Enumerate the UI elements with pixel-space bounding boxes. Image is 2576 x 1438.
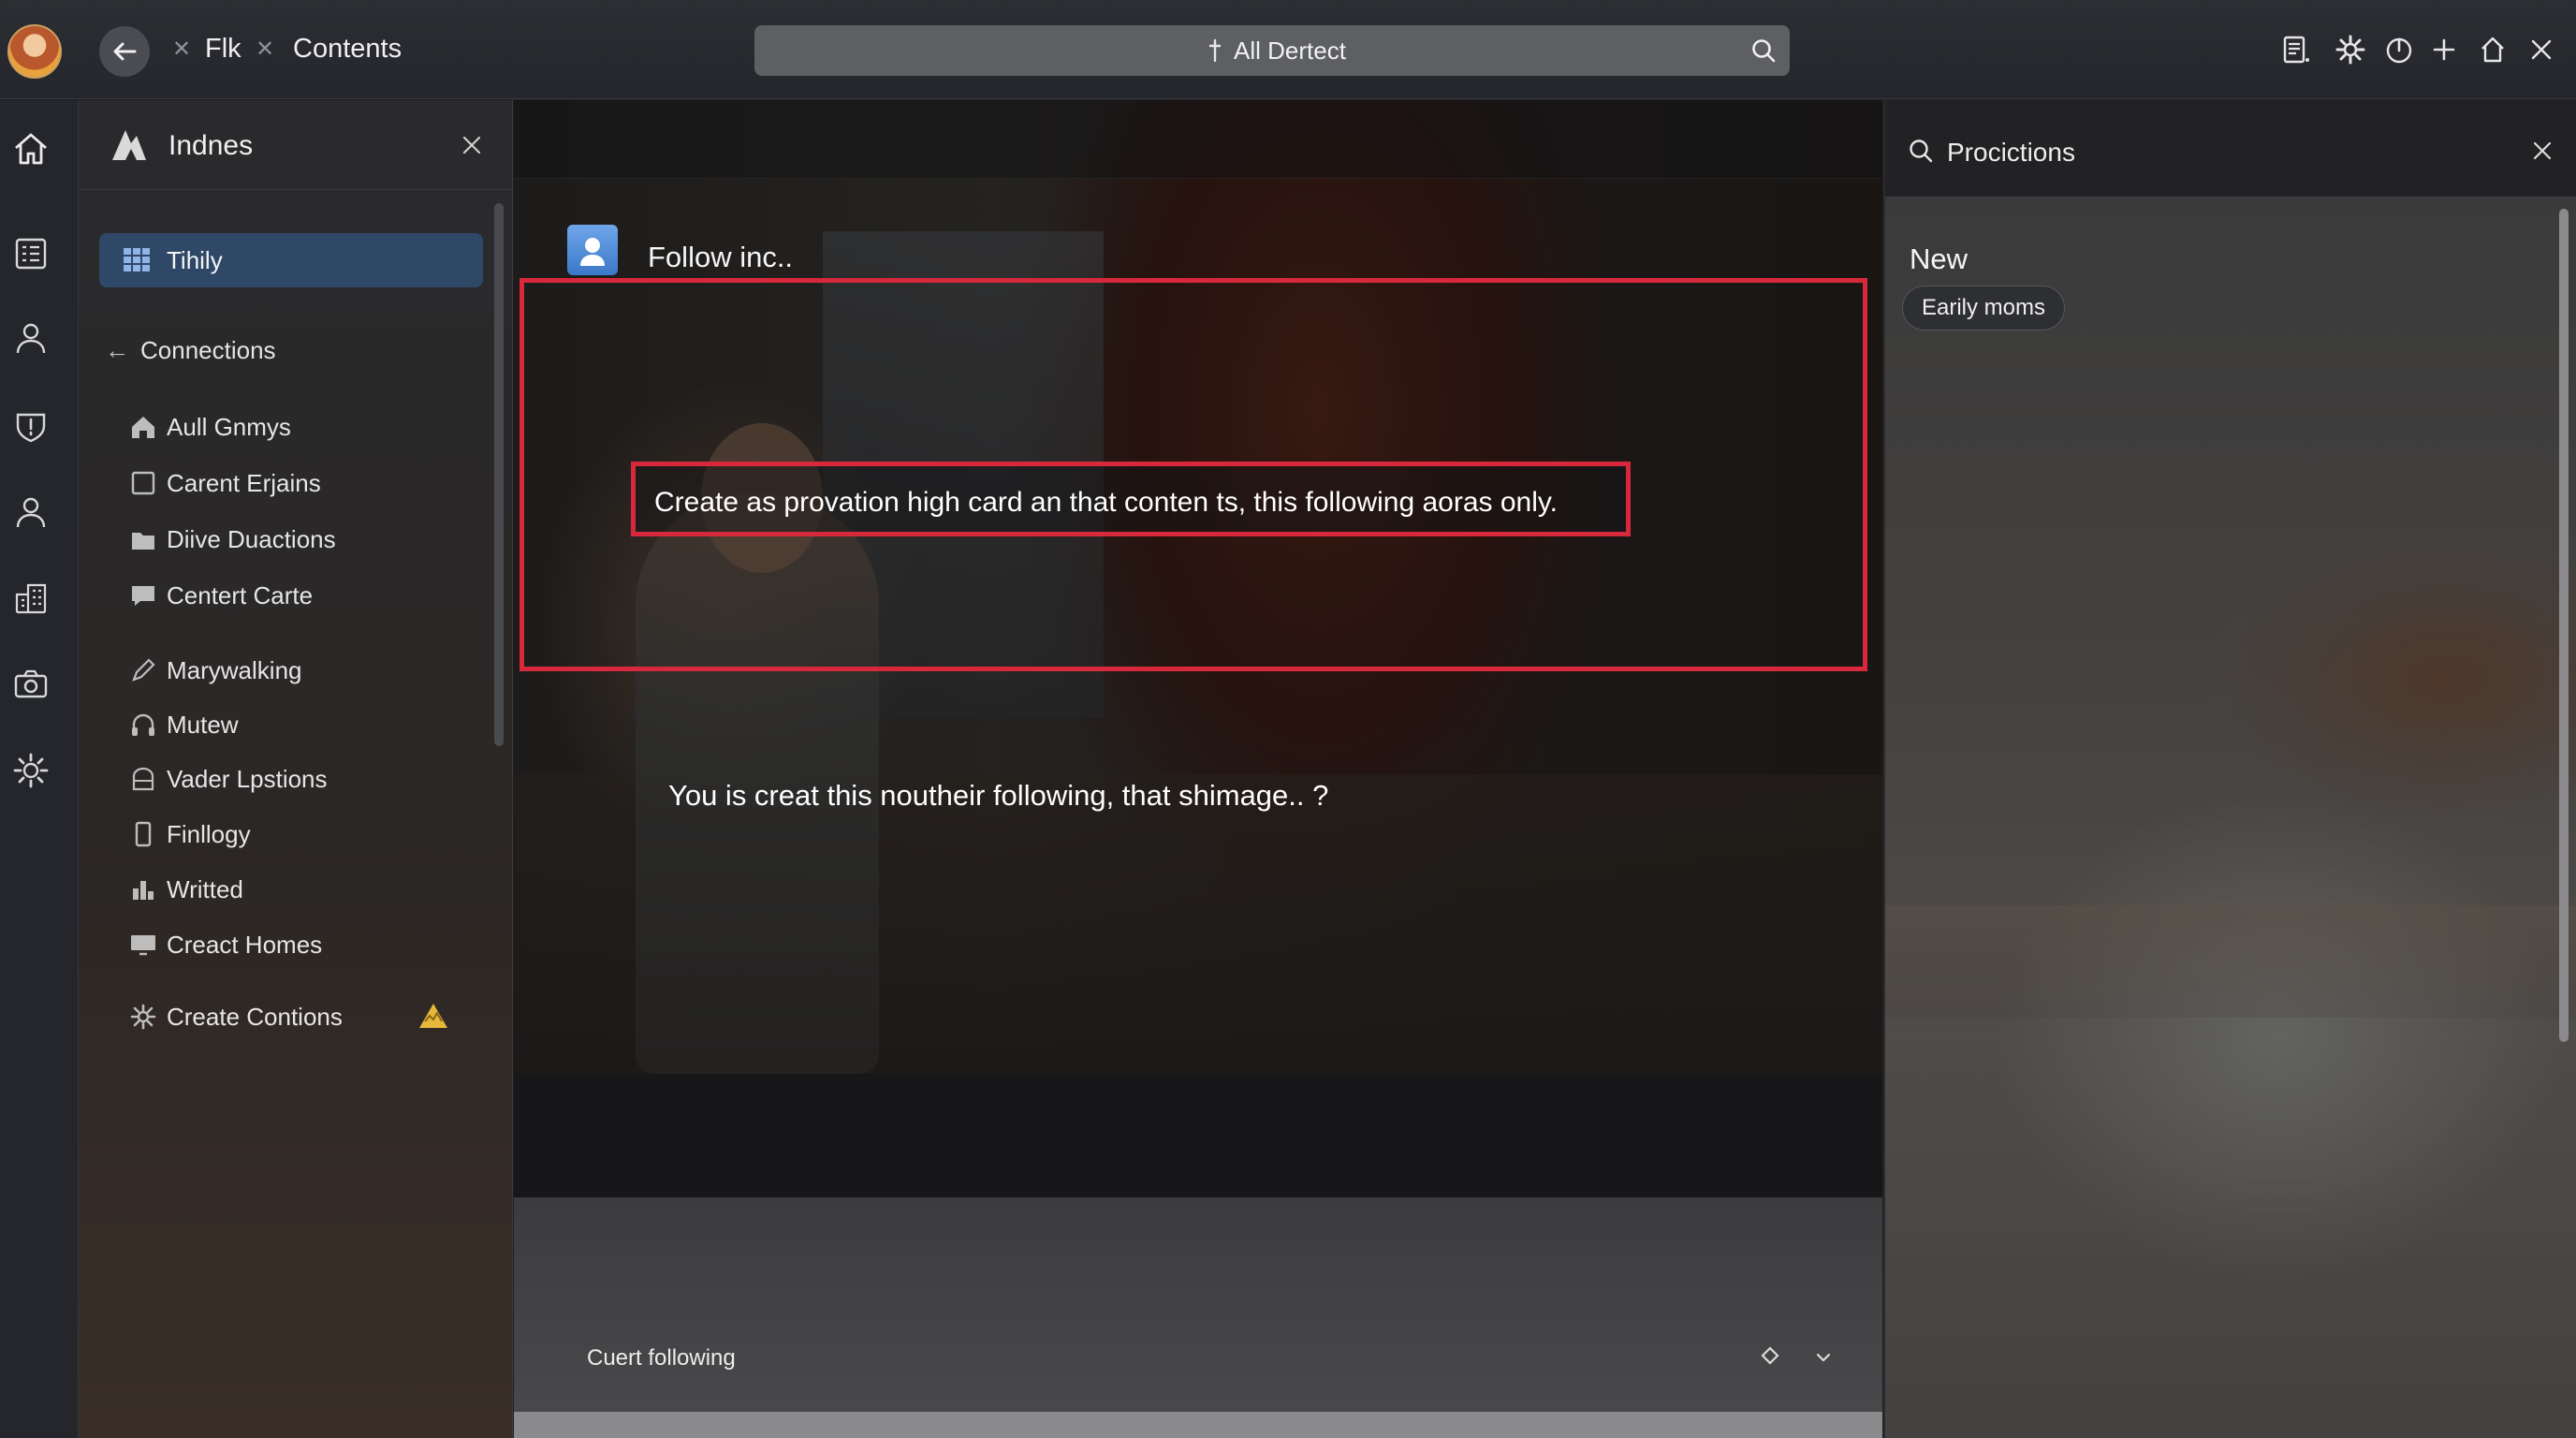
close-icon[interactable]	[2531, 139, 2554, 162]
bar-chart-icon	[133, 881, 154, 900]
breadcrumb-item[interactable]: Flk	[205, 34, 242, 65]
nav-item-label: Mutew	[167, 711, 239, 739]
close-window-icon[interactable]	[2525, 34, 2557, 66]
person-icon	[580, 238, 605, 266]
nav-item-label: Tihily	[167, 246, 223, 274]
message-title: Follow inc..	[648, 241, 794, 273]
nav-scrollbar[interactable]	[494, 203, 504, 746]
pen-icon	[132, 658, 155, 682]
nav-item-label: Finllogy	[167, 820, 251, 848]
search-bar[interactable]: All Dertect	[754, 25, 1790, 76]
section-title-new: New	[1910, 242, 1969, 275]
nav-header: Indnes	[79, 100, 513, 190]
breadcrumb-close-icon[interactable]: ✕	[172, 36, 191, 63]
icon-rail	[0, 100, 79, 1438]
folder-icon	[132, 533, 154, 550]
profile-icon[interactable]	[12, 493, 50, 531]
chat-icon	[132, 586, 154, 606]
right-panel-header: Procictions	[1885, 100, 2576, 198]
nav-item-label: Aull Gnmys	[167, 413, 291, 441]
breadcrumb-current[interactable]: Contents	[293, 34, 402, 65]
chevron-down-icon[interactable]	[1813, 1347, 1834, 1368]
user-icon[interactable]	[12, 319, 50, 357]
document-list-icon[interactable]	[2280, 34, 2312, 66]
camera-icon[interactable]	[12, 666, 50, 703]
main-content: Follow inc.. Create as provation high ca…	[514, 100, 1882, 1438]
archive-icon	[132, 767, 154, 791]
message-avatar[interactable]	[567, 225, 618, 275]
back-button[interactable]	[99, 26, 150, 77]
right-panel: Procictions New Earily moms	[1883, 100, 2576, 1438]
content-header-band	[514, 100, 1882, 179]
navigation-panel: Indnes Tihily ← Connections Aull Gnmys Ca…	[79, 100, 513, 1438]
share-icon[interactable]	[2477, 34, 2509, 66]
home-icon[interactable]	[12, 130, 50, 168]
highlight-text-box[interactable]: Create as provation high card an that co…	[631, 462, 1631, 536]
breadcrumb-close-icon[interactable]: ✕	[256, 36, 274, 63]
highlight-text: Create as provation high card an that co…	[654, 487, 1558, 518]
grid-icon	[124, 248, 150, 271]
top-bar: ✕ Flk ✕ Contents All Dertect	[0, 0, 2576, 99]
nav-item-label: Marywalking	[167, 656, 302, 684]
arrow-left-icon	[113, 42, 137, 61]
filter-chip[interactable]: Earily moms	[1902, 286, 2066, 330]
monitor-icon	[131, 935, 155, 956]
nav-title: Indnes	[168, 130, 254, 161]
gear-icon	[130, 1004, 156, 1030]
nav-item-label: Diive Duactions	[167, 525, 336, 553]
footer-area	[514, 1197, 1882, 1438]
power-icon[interactable]	[2383, 34, 2415, 66]
nav-section-connections[interactable]: ← Connections	[105, 336, 276, 365]
shield-icon[interactable]	[12, 407, 50, 445]
search-input-value[interactable]: All Dertect	[1234, 37, 1346, 66]
nav-item-label: Vader Lpstions	[167, 765, 328, 793]
headphones-icon	[132, 713, 154, 736]
home-icon	[132, 417, 154, 438]
footer-strip	[514, 1412, 1882, 1438]
square-icon	[131, 471, 155, 495]
question-text: You is creat this noutheir following, th…	[668, 779, 1329, 812]
highlight-region[interactable]: Create as provation high card an that co…	[520, 278, 1867, 812]
warning-icon	[419, 1004, 447, 1028]
nav-item-label: Carent Erjains	[167, 469, 321, 497]
close-icon[interactable]	[461, 134, 483, 156]
app-logo-icon	[112, 130, 146, 160]
arrow-left-icon: ←	[105, 336, 129, 364]
gear-icon[interactable]	[2334, 34, 2366, 66]
right-panel-scrollbar[interactable]	[2559, 209, 2569, 1042]
user-avatar[interactable]	[7, 24, 62, 79]
content-divider-band	[514, 1074, 1882, 1197]
search-icon[interactable]	[1908, 138, 1934, 164]
plus-icon[interactable]	[2428, 34, 2460, 66]
nav-section-label: Connections	[140, 336, 276, 364]
nav-item-active[interactable]: Tihily	[99, 233, 483, 287]
nav-item-label: Writted	[167, 875, 243, 903]
phone-icon	[135, 821, 152, 847]
nav-item-label: Centert Carte	[167, 581, 314, 609]
search-icon[interactable]	[1750, 37, 1777, 64]
settings-icon[interactable]	[12, 752, 50, 789]
current-following-label: Cuert following	[587, 1345, 736, 1371]
undo-icon[interactable]	[1759, 1343, 1783, 1368]
nav-item-label: Create Contions	[167, 1003, 343, 1031]
building-icon[interactable]	[12, 580, 50, 617]
pin-icon	[1208, 38, 1222, 63]
list-icon[interactable]	[12, 235, 50, 272]
right-panel-title: Procictions	[1947, 138, 2075, 167]
nav-item-label: Creact Homes	[167, 931, 323, 959]
